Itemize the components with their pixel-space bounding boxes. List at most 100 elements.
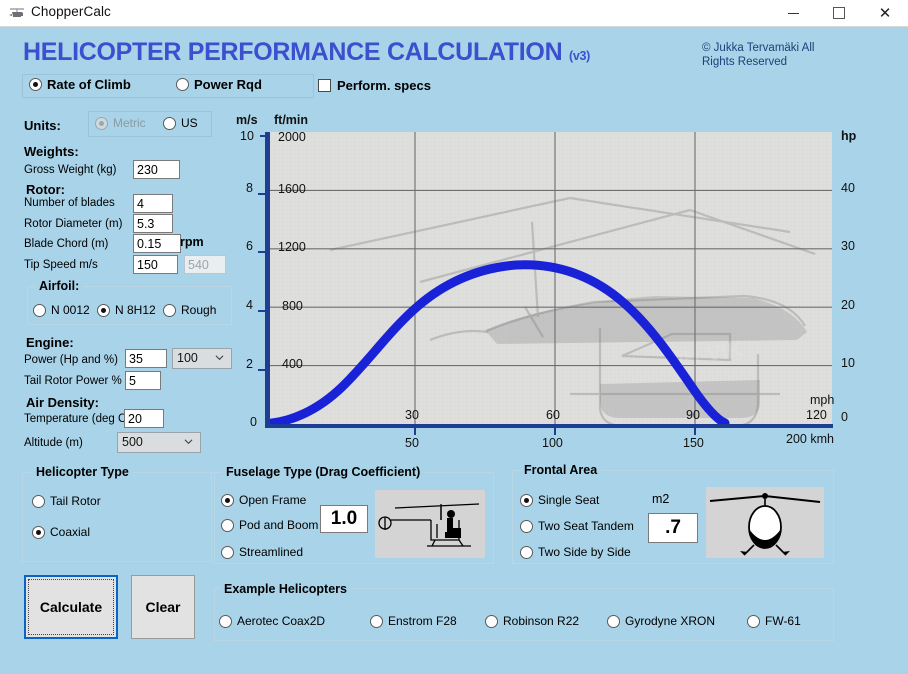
weights-heading: Weights: bbox=[24, 144, 79, 159]
minimize-icon bbox=[787, 12, 799, 14]
frontal-area-value[interactable]: .7 bbox=[648, 513, 698, 543]
radio-two-seat-tandem[interactable]: Two Seat Tandem bbox=[520, 519, 634, 533]
radio-two-side-by-side[interactable]: Two Side by Side bbox=[520, 545, 631, 559]
clear-button[interactable]: Clear bbox=[131, 575, 195, 639]
radio-streamlined[interactable]: Streamlined bbox=[221, 545, 303, 559]
rpm-label: rpm bbox=[180, 235, 204, 249]
radio-power-rqd[interactable]: Power Rqd bbox=[176, 77, 262, 92]
radio-units-us[interactable]: US bbox=[163, 116, 198, 130]
radio-example-fw-61[interactable]: FW-61 bbox=[747, 614, 801, 628]
rotor-diameter-label: Rotor Diameter (m) bbox=[24, 218, 123, 230]
frontal-area-unit-label: m2 bbox=[652, 492, 670, 506]
radio-dot-icon bbox=[370, 614, 383, 628]
rotor-heading: Rotor: bbox=[26, 182, 65, 197]
radio-dot-icon bbox=[221, 493, 234, 507]
chart-left-axis-1-label: m/s bbox=[236, 113, 258, 127]
chart-y-axis-line bbox=[265, 132, 270, 424]
radio-airfoil-rough[interactable]: Rough bbox=[163, 303, 216, 317]
radio-pod-and-boom[interactable]: Pod and Boom bbox=[221, 518, 318, 532]
chart-x-axis-2-label: 200 kmh bbox=[786, 432, 834, 446]
blade-chord-input[interactable] bbox=[133, 234, 181, 253]
radio-units-us-label: US bbox=[181, 116, 198, 130]
engine-heading: Engine: bbox=[26, 335, 74, 350]
radio-single-seat-label: Single Seat bbox=[538, 493, 600, 507]
chart-hp-tick-40: 40 bbox=[841, 181, 855, 195]
radio-rate-of-climb-label: Rate of Climb bbox=[47, 77, 131, 92]
radio-tail-rotor[interactable]: Tail Rotor bbox=[32, 494, 101, 508]
radio-dot-icon bbox=[32, 494, 45, 508]
radio-dot-icon bbox=[29, 78, 42, 91]
radio-example-robinson-r22[interactable]: Robinson R22 bbox=[485, 614, 579, 628]
temperature-label: Temperature (deg C) bbox=[24, 413, 131, 425]
air-density-heading: Air Density: bbox=[26, 395, 99, 410]
chart-tick-mark bbox=[258, 310, 266, 312]
altitude-label: Altitude (m) bbox=[24, 437, 83, 449]
chart-ms-tick-8: 8 bbox=[246, 181, 253, 195]
helicopter-type-legend: Helicopter Type bbox=[32, 465, 133, 479]
radio-example-enstrom-f28[interactable]: Enstrom F28 bbox=[370, 614, 457, 628]
page-title: HELICOPTER PERFORMANCE CALCULATION (v3) bbox=[23, 38, 590, 67]
tip-speed-input[interactable] bbox=[133, 255, 178, 274]
tip-speed-label: Tip Speed m/s bbox=[24, 259, 98, 271]
chart-hp-tick-20: 20 bbox=[841, 298, 855, 312]
radio-dot-icon bbox=[520, 519, 533, 533]
chart-x-axis-line bbox=[265, 424, 833, 428]
chart-mph-tick-120: 120 bbox=[806, 408, 827, 422]
chart-mph-tick-60: 60 bbox=[546, 408, 560, 422]
engine-power-input[interactable] bbox=[125, 349, 167, 368]
radio-coaxial-label: Coaxial bbox=[50, 525, 91, 539]
chart-tick-mark bbox=[694, 428, 696, 435]
chart-tick-mark bbox=[414, 428, 416, 435]
altitude-select[interactable]: 500 bbox=[117, 432, 201, 453]
chart-mph-tick-90: 90 bbox=[686, 408, 700, 422]
copyright-line-2: Rights Reserved bbox=[702, 56, 788, 68]
radio-rate-of-climb[interactable]: Rate of Climb bbox=[29, 77, 131, 92]
radio-example-aerotec-coax2d[interactable]: Aerotec Coax2D bbox=[219, 614, 325, 628]
chart-ms-tick-10: 10 bbox=[240, 129, 254, 143]
gross-weight-label: Gross Weight (kg) bbox=[24, 164, 117, 176]
checkbox-box-icon bbox=[318, 79, 331, 92]
minimize-button[interactable] bbox=[770, 0, 816, 26]
calculate-button[interactable]: Calculate bbox=[24, 575, 118, 639]
drag-coefficient-value[interactable]: 1.0 bbox=[320, 505, 368, 533]
maximize-button[interactable] bbox=[816, 0, 862, 26]
blades-input[interactable] bbox=[133, 194, 173, 213]
chart-hp-tick-10: 10 bbox=[841, 356, 855, 370]
tail-rotor-power-input[interactable] bbox=[125, 371, 161, 390]
tail-rotor-power-label: Tail Rotor Power % bbox=[24, 375, 122, 387]
chart-kmh-tick-50: 50 bbox=[405, 436, 419, 450]
chart-tick-mark bbox=[554, 428, 556, 435]
radio-example-gyrodyne-xron[interactable]: Gyrodyne XRON bbox=[607, 614, 715, 628]
radio-airfoil-n0012[interactable]: N 0012 bbox=[33, 303, 90, 317]
airfoil-legend: Airfoil: bbox=[35, 279, 84, 293]
chart-kmh-tick-100: 100 bbox=[542, 436, 563, 450]
chart-hp-tick-30: 30 bbox=[841, 239, 855, 253]
radio-dot-icon bbox=[520, 545, 533, 559]
radio-open-frame[interactable]: Open Frame bbox=[221, 493, 306, 507]
blades-label: Number of blades bbox=[24, 197, 115, 209]
chart-ms-tick-6: 6 bbox=[246, 239, 253, 253]
engine-power-percent-select[interactable]: 100 bbox=[172, 348, 232, 369]
radio-airfoil-n0012-label: N 0012 bbox=[51, 303, 90, 317]
chart-ms-tick-2: 2 bbox=[246, 357, 253, 371]
close-button[interactable]: ✕ bbox=[862, 0, 908, 26]
radio-airfoil-n8h12-label: N 8H12 bbox=[115, 303, 156, 317]
radio-coaxial[interactable]: Coaxial bbox=[32, 525, 90, 539]
open-frame-helicopter-side-view bbox=[375, 490, 485, 558]
blade-chord-label: Blade Chord (m) bbox=[24, 238, 109, 250]
example-helicopters-legend: Example Helicopters bbox=[220, 582, 351, 596]
app-window: ChopperCalc ✕ HELICOPTER PERFORMANCE CAL… bbox=[0, 0, 908, 674]
engine-power-label: Power (Hp and %) bbox=[24, 354, 118, 366]
chart-ftmin-tick-2000: 2000 bbox=[278, 130, 306, 144]
gross-weight-input[interactable] bbox=[133, 160, 180, 179]
radio-single-seat[interactable]: Single Seat bbox=[520, 493, 599, 507]
rotor-diameter-input[interactable] bbox=[133, 214, 173, 233]
radio-airfoil-n8h12[interactable]: N 8H12 bbox=[97, 303, 156, 317]
chart-right-axis-label: hp bbox=[841, 129, 857, 143]
radio-units-metric[interactable]: Metric bbox=[95, 116, 146, 130]
radio-pod-and-boom-label: Pod and Boom bbox=[239, 518, 319, 532]
checkbox-perform-specs[interactable]: Perform. specs bbox=[318, 78, 431, 93]
temperature-input[interactable] bbox=[124, 409, 164, 428]
radio-dot-icon bbox=[221, 545, 234, 559]
radio-dot-icon bbox=[33, 303, 46, 317]
